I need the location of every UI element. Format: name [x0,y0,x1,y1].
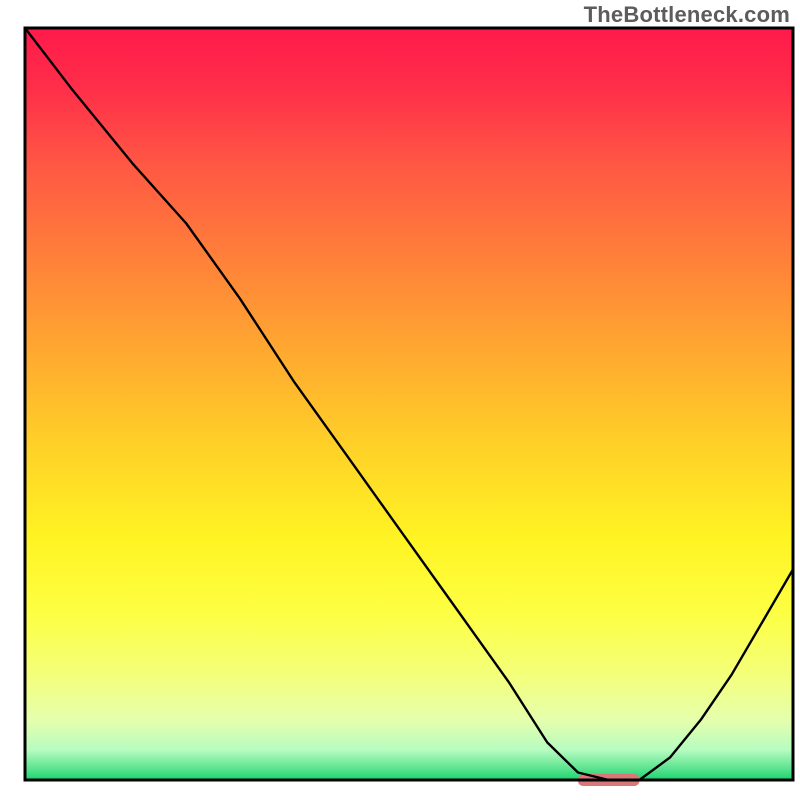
bottleneck-chart [0,0,800,800]
chart-container: TheBottleneck.com [0,0,800,800]
plot-background [25,28,793,780]
